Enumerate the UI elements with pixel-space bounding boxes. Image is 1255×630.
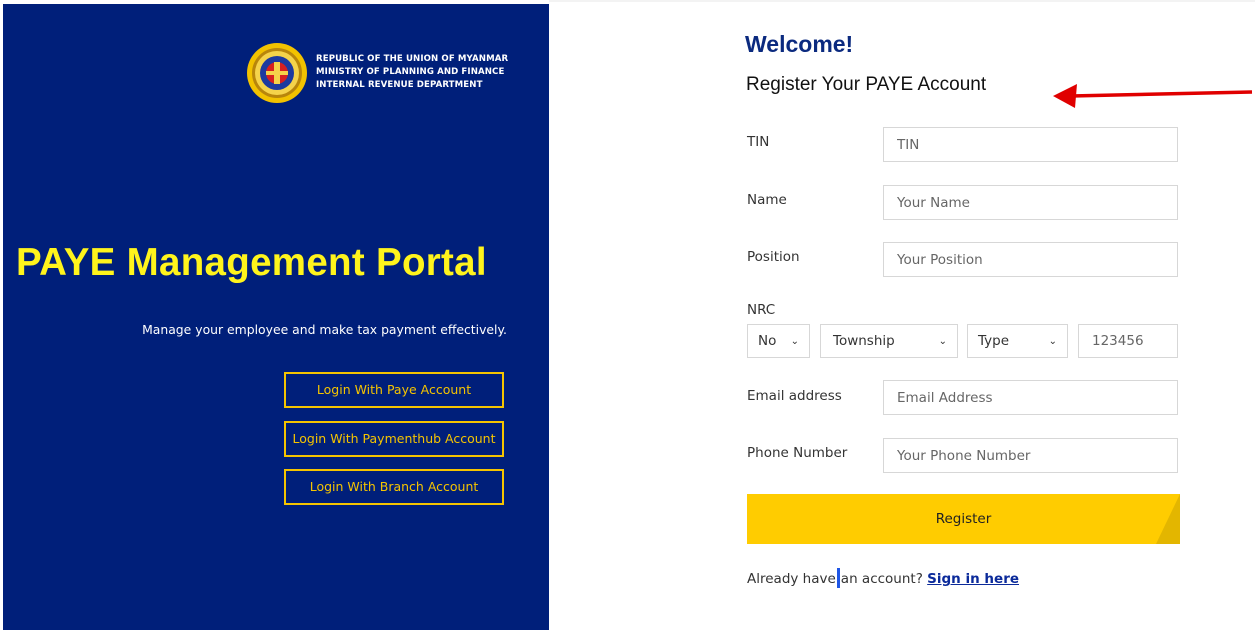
nrc-type-value: Type	[978, 333, 1010, 349]
annotation-arrow-icon	[1053, 81, 1253, 115]
button-corner-decoration	[1156, 494, 1180, 544]
org-line-3: INTERNAL REVENUE DEPARTMENT	[316, 80, 483, 90]
nrc-label: NRC	[747, 302, 776, 318]
login-branch-button[interactable]: Login With Branch Account	[284, 469, 504, 505]
organization-name: REPUBLIC OF THE UNION OF MYANMAR MINISTR…	[316, 53, 508, 92]
signin-prompt-text-a: Already have	[747, 571, 836, 587]
welcome-heading: Welcome!	[745, 31, 854, 57]
register-label: Register	[935, 511, 992, 527]
ird-seal-icon	[246, 42, 308, 104]
nrc-number-input[interactable]	[1078, 324, 1178, 358]
nrc-no-select[interactable]: No ⌄	[747, 324, 810, 358]
phone-input[interactable]	[883, 438, 1178, 473]
login-paye-button[interactable]: Login With Paye Account	[284, 372, 504, 408]
name-input[interactable]	[883, 185, 1178, 220]
org-line-2: MINISTRY OF PLANNING AND FINANCE	[316, 67, 505, 77]
tagline: Manage your employee and make tax paymen…	[142, 322, 507, 337]
nrc-township-value: Township	[833, 333, 895, 349]
nrc-type-select[interactable]: Type ⌄	[967, 324, 1068, 358]
signin-link[interactable]: Sign in here	[927, 571, 1019, 587]
register-button[interactable]: Register	[747, 494, 1180, 544]
position-label: Position	[747, 249, 800, 265]
left-panel: REPUBLIC OF THE UNION OF MYANMAR MINISTR…	[3, 4, 549, 630]
portal-title: PAYE Management Portal	[16, 241, 487, 284]
top-divider	[549, 0, 1255, 2]
tin-input[interactable]	[883, 127, 1178, 162]
name-label: Name	[747, 192, 787, 208]
email-input[interactable]	[883, 380, 1178, 415]
signin-prompt: Already have an account? Sign in here	[747, 568, 1019, 588]
form-subtitle: Register Your PAYE Account	[746, 74, 987, 95]
signin-prompt-text-b: an account?	[840, 571, 923, 587]
chevron-down-icon: ⌄	[790, 335, 799, 347]
login-paymenthub-button[interactable]: Login With Paymenthub Account	[284, 421, 504, 457]
text-cursor	[836, 568, 840, 588]
nrc-no-value: No	[758, 333, 777, 349]
chevron-down-icon: ⌄	[1048, 335, 1057, 347]
chevron-down-icon: ⌄	[938, 335, 947, 347]
nrc-township-select[interactable]: Township ⌄	[820, 324, 958, 358]
org-line-1: REPUBLIC OF THE UNION OF MYANMAR	[316, 54, 509, 64]
phone-label: Phone Number	[747, 445, 848, 461]
tin-label: TIN	[747, 134, 770, 150]
email-label: Email address	[747, 388, 842, 404]
position-input[interactable]	[883, 242, 1178, 277]
